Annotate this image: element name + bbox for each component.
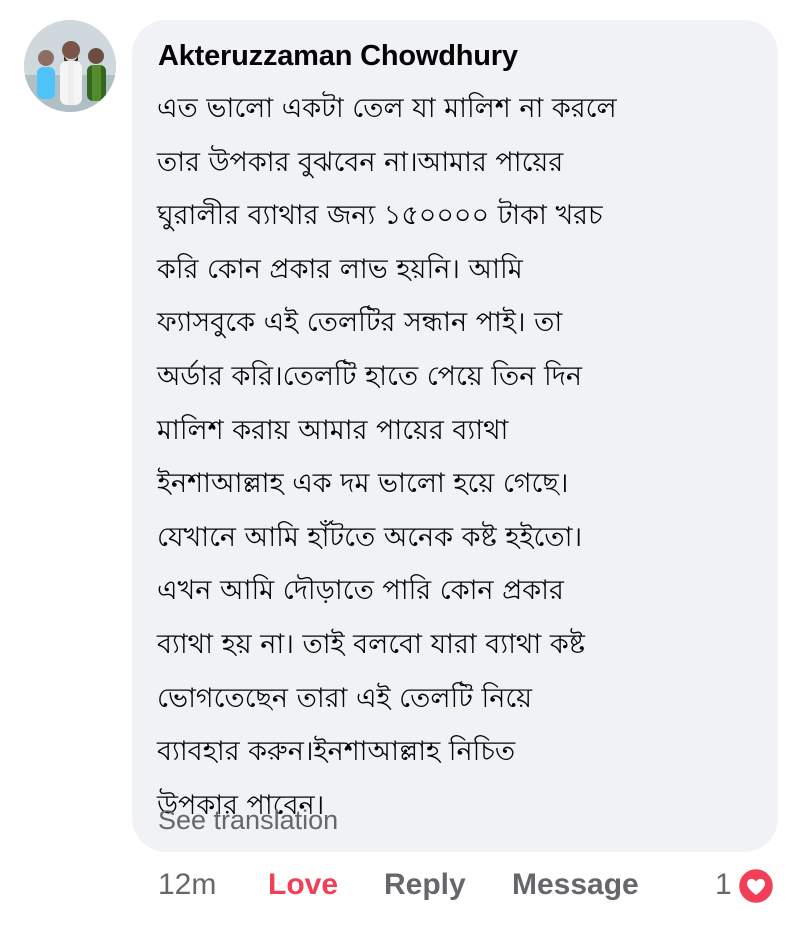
author-name[interactable]: Akteruzzaman Chowdhury <box>158 40 518 73</box>
love-button[interactable]: Love <box>268 868 338 902</box>
reply-button[interactable]: Reply <box>384 868 466 902</box>
profile-photo <box>24 20 116 112</box>
reaction-count[interactable]: 1 <box>715 868 732 902</box>
avatar[interactable] <box>24 20 116 112</box>
comment: Akteruzzaman Chowdhury এত ভালো একটা তেল … <box>0 0 804 936</box>
timestamp[interactable]: 12m <box>158 868 216 902</box>
comment-text: এত ভালো একটা তেল যা মালিশ না করলে তার উপ… <box>157 93 617 821</box>
see-translation-link[interactable]: See translation <box>158 805 338 836</box>
message-button[interactable]: Message <box>512 868 639 902</box>
heart-icon[interactable] <box>736 866 776 906</box>
comment-actions: 12m Love Reply Message 1 <box>0 868 804 908</box>
